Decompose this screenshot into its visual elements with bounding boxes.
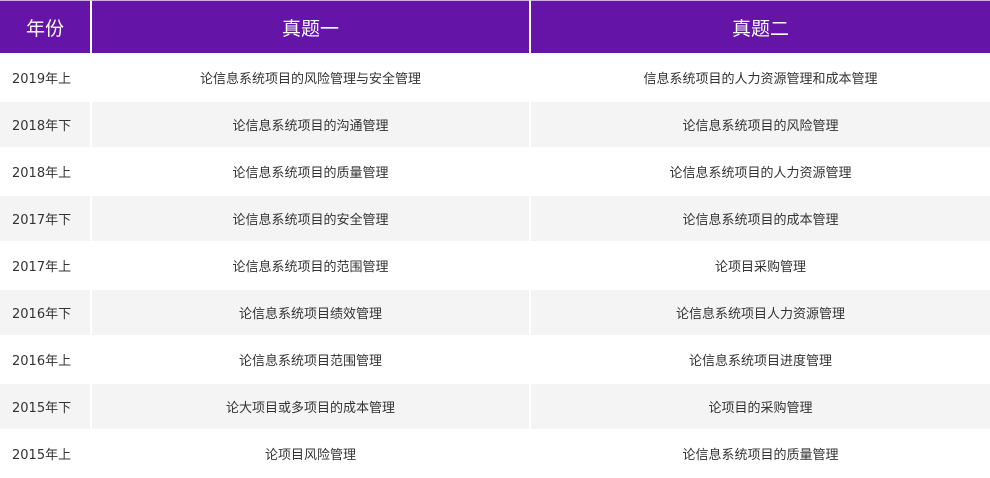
table-row: 2016年上 论信息系统项目范围管理 论信息系统项目进度管理 — [0, 337, 990, 384]
cell-question-two: 论信息系统项目进度管理 — [529, 337, 990, 384]
cell-year: 2019年上 — [0, 55, 90, 102]
table-row: 2018年上 论信息系统项目的质量管理 论信息系统项目的人力资源管理 — [0, 149, 990, 196]
cell-year: 2017年上 — [0, 243, 90, 290]
cell-question-two: 论信息系统项目的人力资源管理 — [529, 149, 990, 196]
cell-year: 2016年上 — [0, 337, 90, 384]
table-row: 2017年上 论信息系统项目的范围管理 论项目采购管理 — [0, 243, 990, 290]
table-row: 2016年下 论信息系统项目绩效管理 论信息系统项目人力资源管理 — [0, 290, 990, 337]
header-question-one: 真题一 — [90, 0, 529, 55]
cell-question-one: 论信息系统项目绩效管理 — [90, 290, 529, 337]
cell-question-two: 论项目采购管理 — [529, 243, 990, 290]
cell-question-one: 论信息系统项目的质量管理 — [90, 149, 529, 196]
cell-question-two: 论信息系统项目的风险管理 — [529, 102, 990, 149]
cell-question-one: 论信息系统项目的范围管理 — [90, 243, 529, 290]
cell-question-two: 信息系统项目的人力资源管理和成本管理 — [529, 55, 990, 102]
header-question-two: 真题二 — [529, 0, 990, 55]
cell-question-one: 论项目风险管理 — [90, 431, 529, 478]
table-row: 2017年下 论信息系统项目的安全管理 论信息系统项目的成本管理 — [0, 196, 990, 243]
cell-question-one: 论大项目或多项目的成本管理 — [90, 384, 529, 431]
header-year: 年份 — [0, 0, 90, 55]
table-header-row: 年份 真题一 真题二 — [0, 0, 990, 55]
cell-year: 2018年上 — [0, 149, 90, 196]
cell-year: 2015年下 — [0, 384, 90, 431]
cell-question-one: 论信息系统项目的风险管理与安全管理 — [90, 55, 529, 102]
table-row: 2019年上 论信息系统项目的风险管理与安全管理 信息系统项目的人力资源管理和成… — [0, 55, 990, 102]
cell-year: 2017年下 — [0, 196, 90, 243]
cell-question-two: 论信息系统项目的质量管理 — [529, 431, 990, 478]
cell-year: 2018年下 — [0, 102, 90, 149]
cell-question-one: 论信息系统项目的安全管理 — [90, 196, 529, 243]
table-row: 2018年下 论信息系统项目的沟通管理 论信息系统项目的风险管理 — [0, 102, 990, 149]
table-row: 2015年下 论大项目或多项目的成本管理 论项目的采购管理 — [0, 384, 990, 431]
cell-question-two: 论信息系统项目人力资源管理 — [529, 290, 990, 337]
cell-question-one: 论信息系统项目范围管理 — [90, 337, 529, 384]
cell-year: 2015年上 — [0, 431, 90, 478]
cell-year: 2016年下 — [0, 290, 90, 337]
cell-question-two: 论项目的采购管理 — [529, 384, 990, 431]
exam-topics-table: 年份 真题一 真题二 2019年上 论信息系统项目的风险管理与安全管理 信息系统… — [0, 0, 990, 478]
table-row: 2015年上 论项目风险管理 论信息系统项目的质量管理 — [0, 431, 990, 478]
cell-question-one: 论信息系统项目的沟通管理 — [90, 102, 529, 149]
cell-question-two: 论信息系统项目的成本管理 — [529, 196, 990, 243]
